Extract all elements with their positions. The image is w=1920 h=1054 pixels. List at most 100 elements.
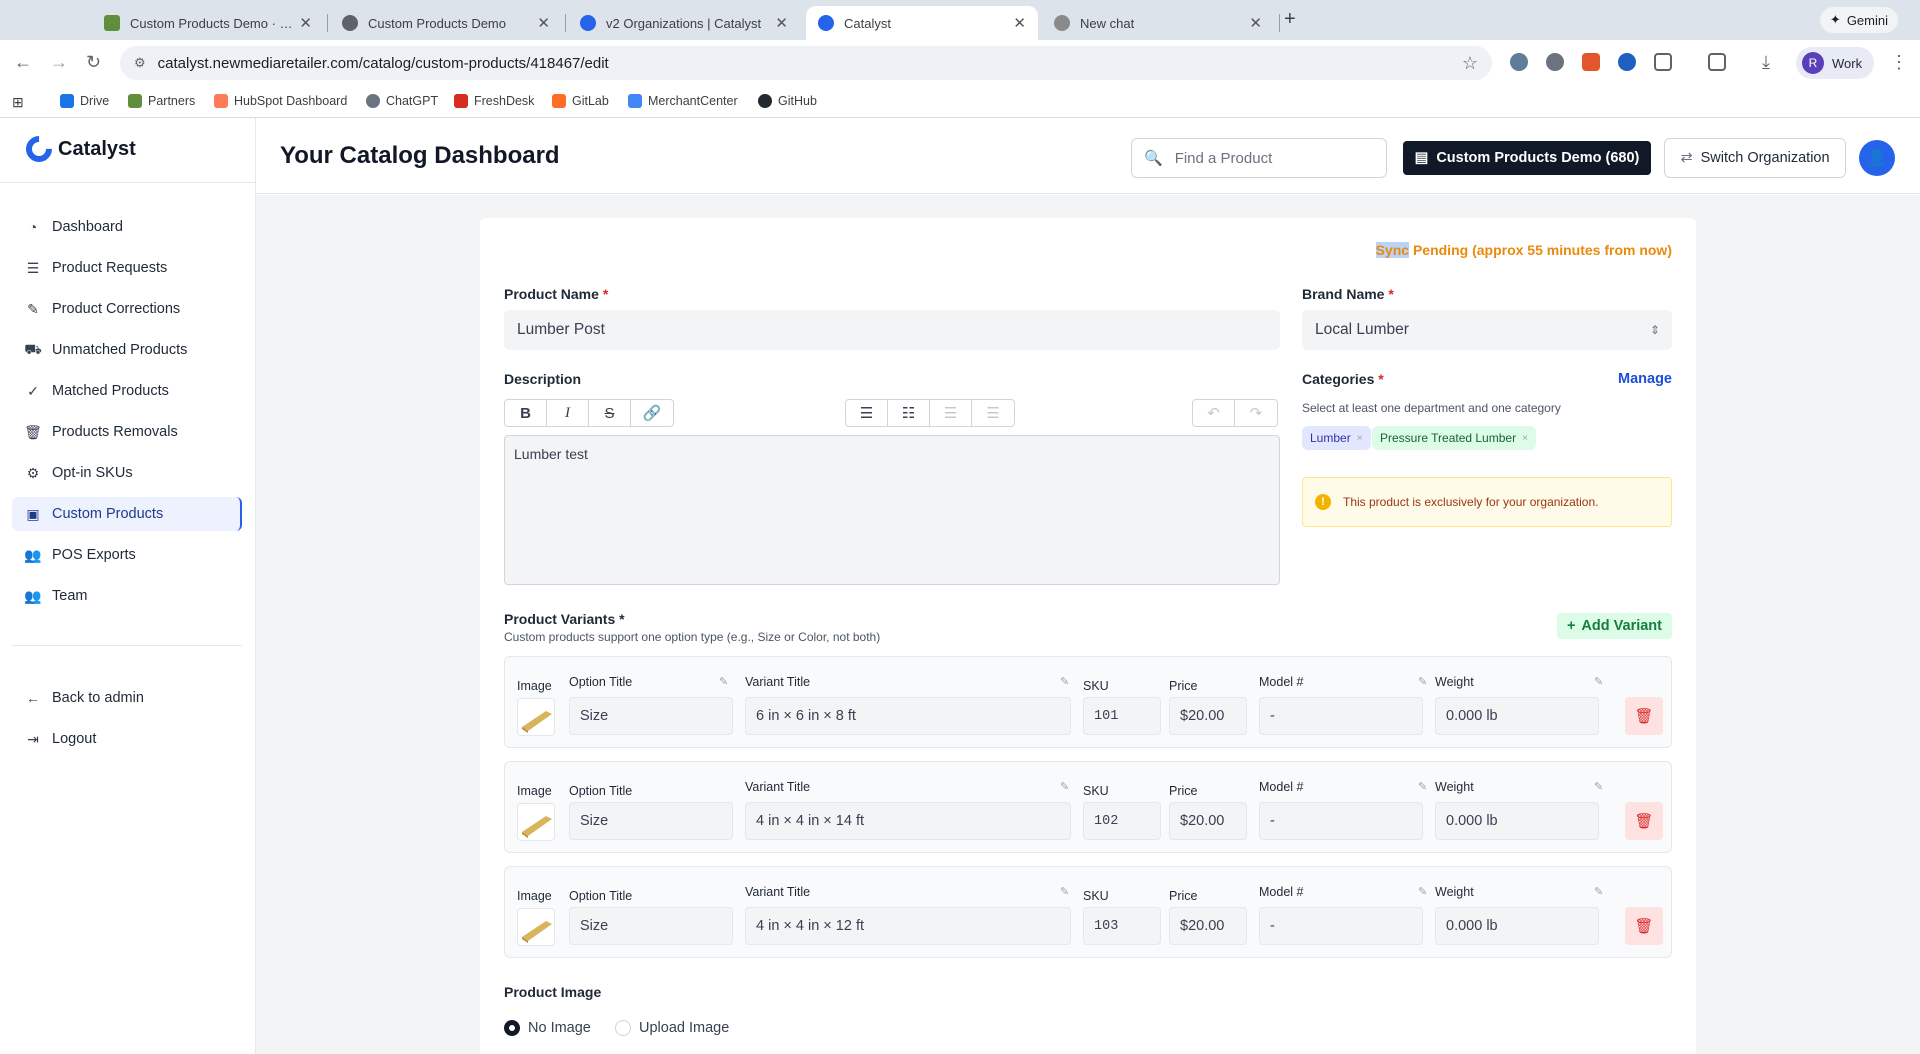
delete-variant-button[interactable]: 🗑 xyxy=(1625,802,1663,840)
bullet-list-button[interactable]: ☰ xyxy=(846,400,888,426)
reload-icon[interactable]: ↻ xyxy=(86,52,101,73)
variant-title-field[interactable]: 4 in × 4 in × 12 ft xyxy=(745,907,1071,945)
pencil-icon[interactable]: ✎ xyxy=(719,675,728,688)
bookmark-gitlab[interactable]: GitLab xyxy=(552,94,609,108)
strikethrough-button[interactable]: S xyxy=(589,400,631,426)
browser-tab-active[interactable]: Catalyst ✕ xyxy=(806,6,1038,40)
site-info-icon[interactable]: ⚙ xyxy=(134,55,146,71)
close-tab-icon[interactable]: ✕ xyxy=(537,14,550,32)
password-manager-icon[interactable] xyxy=(1618,53,1636,71)
browser-tab-5[interactable]: New chat ✕ xyxy=(1042,6,1274,40)
variant-title-field[interactable]: 6 in × 6 in × 8 ft xyxy=(745,697,1071,735)
close-tab-icon[interactable]: ✕ xyxy=(299,14,312,32)
no-image-radio[interactable]: No Image xyxy=(504,1020,591,1036)
price-field[interactable]: $20.00 xyxy=(1169,907,1247,945)
sidebar-item-team[interactable]: 👥 Team xyxy=(12,579,242,613)
model-field[interactable]: - xyxy=(1259,697,1423,735)
bookmark-hubspot[interactable]: HubSpot Dashboard xyxy=(214,94,347,108)
upload-image-radio[interactable]: Upload Image xyxy=(615,1020,729,1036)
new-tab-button[interactable]: + xyxy=(1284,8,1296,31)
bold-button[interactable]: B xyxy=(505,400,547,426)
price-field[interactable]: $20.00 xyxy=(1169,697,1247,735)
sidebar-item-product-requests[interactable]: ☰ Product Requests xyxy=(12,251,242,285)
browser-tab-2[interactable]: Custom Products Demo ✕ xyxy=(330,6,562,40)
indent-button[interactable]: ☰ xyxy=(972,400,1014,426)
sku-field[interactable]: 101 xyxy=(1083,697,1161,735)
bookmark-github[interactable]: GitHub xyxy=(758,94,817,108)
model-field[interactable]: - xyxy=(1259,802,1423,840)
bookmark-partners[interactable]: Partners xyxy=(128,94,195,108)
wordpress-extension-icon[interactable] xyxy=(1546,53,1564,71)
option-title-field[interactable]: Size xyxy=(569,802,733,840)
delete-variant-button[interactable]: 🗑 xyxy=(1625,907,1663,945)
product-name-input[interactable]: Lumber Post xyxy=(504,310,1280,350)
pencil-icon[interactable]: ✎ xyxy=(1418,885,1427,898)
sidebar-item-custom-products[interactable]: ▣ Custom Products xyxy=(12,497,242,531)
bookmark-merchantcenter[interactable]: MerchantCenter xyxy=(628,94,738,108)
pencil-icon[interactable]: ✎ xyxy=(1060,885,1069,898)
italic-button[interactable]: I xyxy=(547,400,589,426)
more-menu-icon[interactable]: ⋮ xyxy=(1890,52,1908,73)
variant-image[interactable] xyxy=(517,698,555,736)
add-variant-button[interactable]: + Add Variant xyxy=(1556,613,1672,639)
model-field[interactable]: - xyxy=(1259,907,1423,945)
link-button[interactable]: 🔗 xyxy=(631,400,673,426)
sidebar-item-product-corrections[interactable]: ✎ Product Corrections xyxy=(12,292,242,326)
profile-chip[interactable]: R Work xyxy=(1796,47,1874,79)
sidebar-item-pos-exports[interactable]: 👥 POS Exports xyxy=(12,538,242,572)
sidebar-item-unmatched-products[interactable]: ⛟ Unmatched Products xyxy=(12,333,242,367)
pencil-icon[interactable]: ✎ xyxy=(1060,780,1069,793)
numbered-list-button[interactable]: ☷ xyxy=(888,400,930,426)
pencil-icon[interactable]: ✎ xyxy=(1060,675,1069,688)
variant-image[interactable] xyxy=(517,908,555,946)
description-editor[interactable]: Lumber test xyxy=(504,435,1280,585)
manage-categories-link[interactable]: Manage xyxy=(1618,371,1672,387)
remove-chip-icon[interactable]: × xyxy=(1357,433,1363,444)
extension-icon[interactable] xyxy=(1582,53,1600,71)
search-tab-icon[interactable] xyxy=(1708,53,1726,71)
option-title-field[interactable]: Size xyxy=(569,907,733,945)
pencil-icon[interactable]: ✎ xyxy=(1418,780,1427,793)
undo-button[interactable]: ↶ xyxy=(1193,400,1235,426)
weight-field[interactable]: 0.000 lb xyxy=(1435,802,1599,840)
back-to-admin-link[interactable]: ← Back to admin xyxy=(12,681,242,715)
price-field[interactable]: $20.00 xyxy=(1169,802,1247,840)
option-title-field[interactable]: Size xyxy=(569,697,733,735)
user-avatar-button[interactable]: 👤 xyxy=(1859,140,1895,176)
apps-grid-icon[interactable]: ⊞ xyxy=(12,94,24,111)
address-bar[interactable]: ⚙ catalyst.newmediaretailer.com/catalog/… xyxy=(120,46,1492,80)
logout-link[interactable]: ⇥ Logout xyxy=(12,722,242,756)
switch-organization-button[interactable]: ⇄ Switch Organization xyxy=(1664,138,1846,178)
browser-tab-1[interactable]: Custom Products Demo · Me ✕ xyxy=(92,6,324,40)
sku-field[interactable]: 102 xyxy=(1083,802,1161,840)
sku-field[interactable]: 103 xyxy=(1083,907,1161,945)
sidebar-item-dashboard[interactable]: ◔ Dashboard xyxy=(12,210,242,244)
download-icon[interactable]: ⤓ xyxy=(1762,52,1770,73)
bookmark-drive[interactable]: Drive xyxy=(60,94,109,108)
back-arrow-icon[interactable]: ← xyxy=(14,52,32,73)
browser-tab-3[interactable]: v2 Organizations | Catalyst ✕ xyxy=(568,6,800,40)
pencil-icon[interactable]: ✎ xyxy=(1594,675,1603,688)
organization-button[interactable]: ▤ Custom Products Demo (680) xyxy=(1403,141,1651,175)
remove-chip-icon[interactable]: × xyxy=(1522,433,1528,444)
gemini-button[interactable]: ✦ Gemini xyxy=(1819,7,1898,33)
sidebar-item-opt-in-skus[interactable]: ⚙ Opt-in SKUs xyxy=(12,456,242,490)
sidebar-item-matched-products[interactable]: ✓ Matched Products xyxy=(12,374,242,408)
pencil-icon[interactable]: ✎ xyxy=(1418,675,1427,688)
close-tab-icon[interactable]: ✕ xyxy=(1249,14,1262,32)
delete-variant-button[interactable]: 🗑 xyxy=(1625,697,1663,735)
variant-image[interactable] xyxy=(517,803,555,841)
pencil-icon[interactable]: ✎ xyxy=(1594,885,1603,898)
weight-field[interactable]: 0.000 lb xyxy=(1435,907,1599,945)
variant-title-field[interactable]: 4 in × 4 in × 14 ft xyxy=(745,802,1071,840)
bookmark-freshdesk[interactable]: FreshDesk xyxy=(454,94,534,108)
sidebar-item-products-removals[interactable]: 🗑 Products Removals xyxy=(12,415,242,449)
product-search-input[interactable]: 🔍 Find a Product xyxy=(1131,138,1387,178)
close-tab-icon[interactable]: ✕ xyxy=(775,14,788,32)
catalyst-logo[interactable]: Catalyst xyxy=(20,130,136,168)
forward-arrow-icon[interactable]: → xyxy=(50,52,68,73)
puzzle-icon[interactable] xyxy=(1654,53,1672,71)
bookmark-chatgpt[interactable]: ChatGPT xyxy=(366,94,438,108)
weight-field[interactable]: 0.000 lb xyxy=(1435,697,1599,735)
pencil-icon[interactable]: ✎ xyxy=(1594,780,1603,793)
